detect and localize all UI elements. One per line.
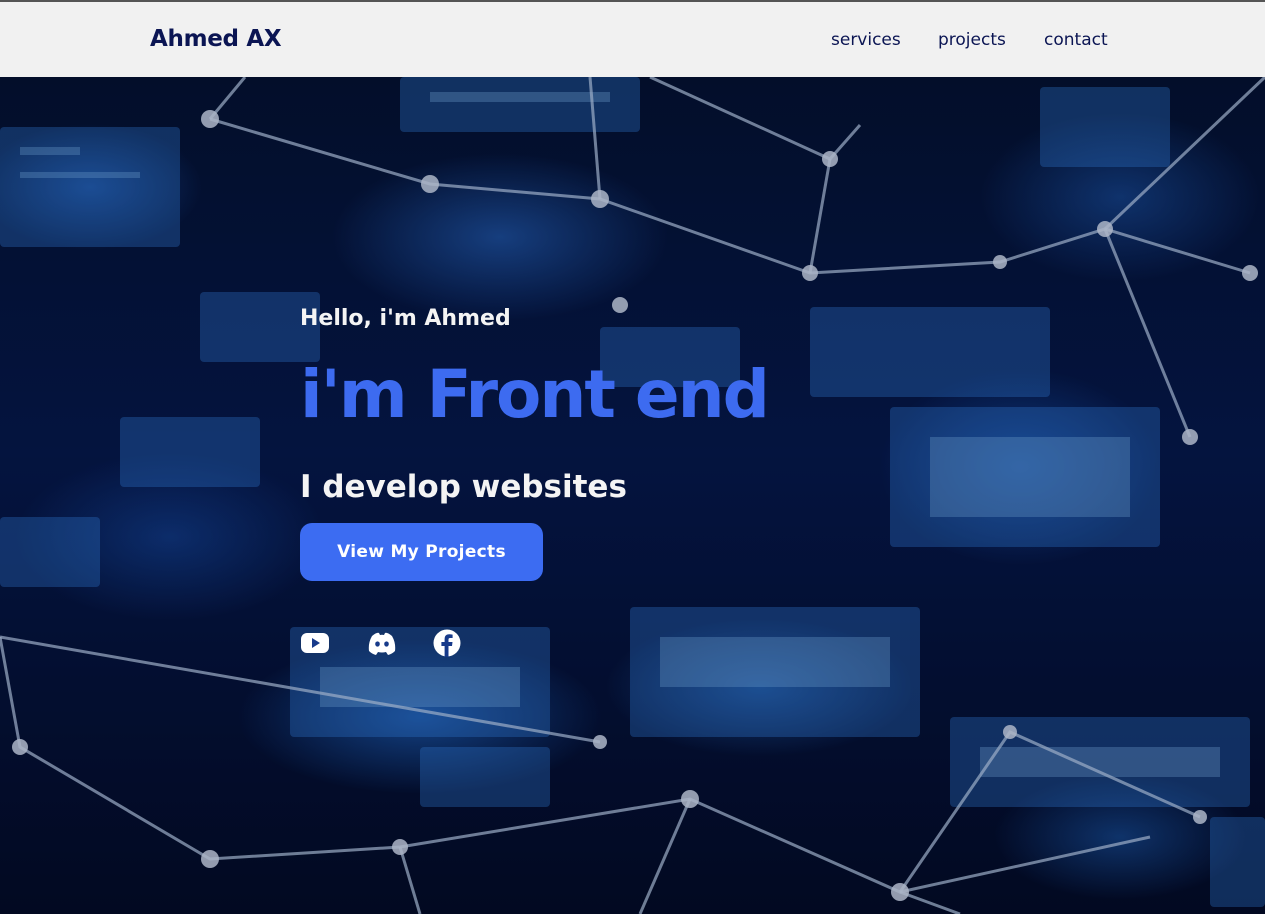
nav-link-services[interactable]: services bbox=[831, 30, 901, 50]
youtube-link[interactable] bbox=[300, 628, 330, 658]
discord-icon bbox=[368, 632, 396, 655]
social-links bbox=[300, 628, 470, 658]
view-projects-button[interactable]: View My Projects bbox=[300, 523, 543, 581]
facebook-icon bbox=[433, 629, 461, 657]
main-nav: services projects contact bbox=[0, 30, 1265, 54]
nav-link-projects[interactable]: projects bbox=[938, 30, 1006, 50]
hero-subline: I develop websites bbox=[300, 469, 627, 505]
hero-greeting: Hello, i'm Ahmed bbox=[300, 306, 511, 331]
youtube-icon bbox=[301, 633, 329, 653]
site-header: Ahmed AX services projects contact bbox=[0, 2, 1265, 77]
discord-link[interactable] bbox=[366, 628, 396, 658]
hero-headline: i'm Front end bbox=[300, 356, 770, 433]
nav-link-contact[interactable]: contact bbox=[1044, 30, 1108, 50]
hero-section: Hello, i'm Ahmed i'm Front end I develop… bbox=[0, 77, 1265, 914]
network-background-image bbox=[0, 77, 1265, 914]
facebook-link[interactable] bbox=[432, 628, 462, 658]
